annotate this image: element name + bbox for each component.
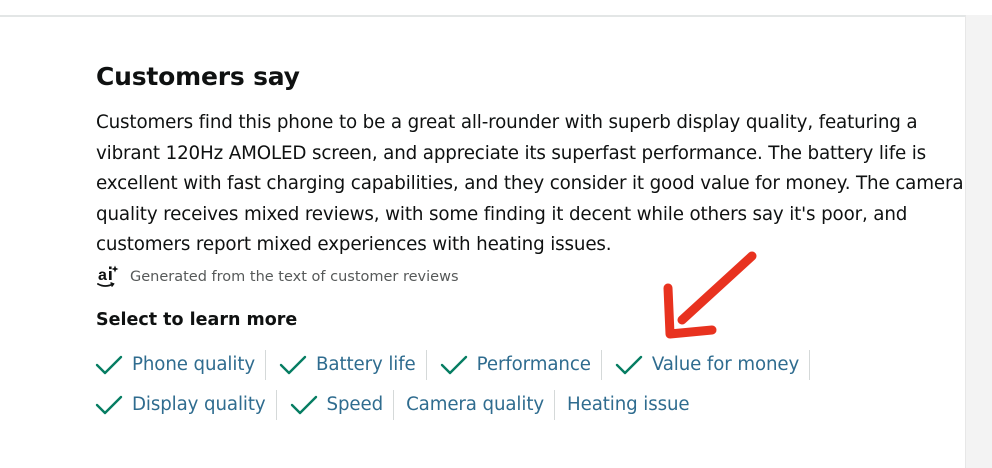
aspect-label: Battery life (316, 354, 416, 375)
aspect-label: Heating issue (567, 394, 690, 415)
right-gutter (966, 15, 992, 468)
annotation-arrow-icon (663, 251, 757, 339)
checkmark-icon (95, 395, 123, 414)
checkmark-icon (95, 355, 123, 374)
aspect-label: Speed (326, 394, 384, 415)
aspect-speed[interactable]: Speed (289, 389, 394, 421)
ai-generated-note: a Generated from the text of customer re… (96, 265, 966, 289)
chip-separator (275, 389, 277, 420)
section-title: Customers say (96, 62, 300, 91)
chip-separator (265, 349, 267, 380)
chip-separator (425, 349, 427, 380)
customers-say-section: Customers say Customers find this phone … (94, 58, 966, 425)
review-summary: Customers find this phone to be a great … (96, 112, 964, 255)
checkmark-icon (279, 355, 307, 374)
aspect-label: Phone quality (132, 354, 256, 375)
aspect-label: Display quality (132, 394, 266, 415)
aspect-label: Value for money (651, 354, 800, 375)
aspect-row-1: Phone quality Battery life Performance V… (94, 345, 896, 385)
aspect-camera-quality[interactable]: Camera quality (406, 389, 554, 421)
aspect-label: Camera quality (406, 394, 545, 415)
aspect-label: Performance (476, 354, 591, 375)
ai-note-text: Generated from the text of customer revi… (130, 268, 459, 285)
chip-separator (554, 389, 556, 420)
chip-separator (393, 389, 395, 420)
aspect-row-2: Display quality Speed Camera quality Hea… (94, 385, 896, 425)
chip-separator (809, 349, 811, 380)
svg-text:a: a (98, 267, 107, 284)
chip-separator (600, 349, 602, 380)
aspect-display-quality[interactable]: Display quality (94, 389, 276, 421)
aspect-heating-issue[interactable]: Heating issue (567, 389, 699, 421)
page: Customers say Customers find this phone … (0, 0, 992, 468)
aspect-chips: Phone quality Battery life Performance V… (94, 345, 896, 425)
aspect-performance[interactable]: Performance (439, 349, 601, 381)
ai-logo-icon: a (96, 265, 124, 289)
checkmark-icon (290, 395, 317, 414)
learn-more-heading: Select to learn more (96, 309, 298, 330)
checkmark-icon (440, 355, 467, 374)
aspect-phone-quality[interactable]: Phone quality (94, 349, 265, 381)
top-divider (0, 15, 966, 17)
aspect-value-for-money[interactable]: Value for money (614, 349, 809, 381)
checkmark-icon (615, 355, 643, 374)
aspect-battery-life[interactable]: Battery life (278, 349, 426, 381)
